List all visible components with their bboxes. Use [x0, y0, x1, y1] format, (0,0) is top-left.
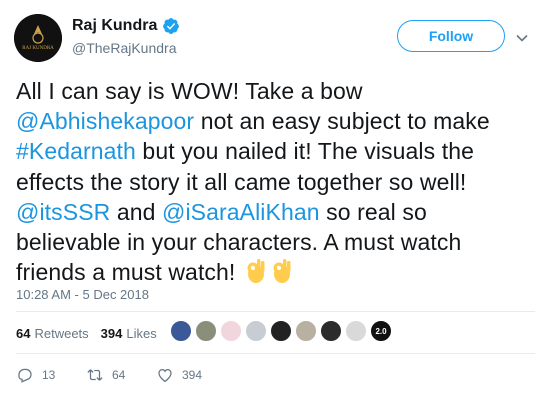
liker-avatar[interactable] — [295, 320, 317, 342]
retweets-count: 64 — [16, 325, 31, 341]
divider — [16, 353, 535, 354]
likes-count: 394 — [100, 325, 123, 341]
tweet-card: RAJ KUNDRA Raj Kundra @TheRajKundra Foll… — [0, 0, 551, 417]
retweets-stat[interactable]: 64 Retweets — [16, 326, 89, 341]
tweet-text-segment: and — [110, 198, 162, 225]
heart-icon — [158, 368, 172, 383]
like-count: 394 — [182, 368, 203, 382]
avatar-text: RAJ KUNDRA — [22, 46, 54, 51]
chevron-down-icon[interactable] — [514, 30, 530, 46]
follow-button[interactable]: Follow — [397, 20, 505, 52]
mention-link[interactable]: @Abhishekapoor — [16, 108, 194, 134]
ok-hand-emoji-icon — [273, 259, 291, 284]
tweet-text-segment: not an easy subject to make — [194, 108, 490, 135]
mention-link[interactable]: @iSaraAliKhan — [162, 199, 320, 225]
liker-avatar[interactable] — [345, 320, 367, 342]
hashtag-link[interactable]: #Kedarnath — [16, 138, 136, 164]
reply-count: 13 — [42, 368, 56, 382]
tweet-timestamp[interactable]: 10:28 AM - 5 Dec 2018 — [16, 287, 149, 302]
tweet-actions: 13 64 394 — [16, 364, 226, 386]
avatar-logo-icon: RAJ KUNDRA — [14, 14, 62, 62]
liker-avatar[interactable]: 2.0 — [370, 320, 392, 342]
divider — [16, 311, 535, 312]
tweet-text-segment: All I can say is WOW! Take a bow — [16, 78, 363, 104]
liker-avatar[interactable] — [195, 320, 217, 342]
display-name-row: Raj Kundra — [72, 16, 180, 36]
mention-link[interactable]: @itsSSR — [16, 199, 110, 225]
tweet-text: All I can say is WOW! Take a bow @Abhish… — [16, 76, 536, 287]
display-name[interactable]: Raj Kundra — [72, 17, 157, 35]
liker-avatars: 2.0 — [170, 320, 395, 342]
liker-avatar[interactable] — [245, 320, 267, 342]
reply-icon — [18, 368, 32, 383]
user-info: Raj Kundra @TheRajKundra — [72, 16, 180, 56]
verified-badge-icon — [163, 18, 180, 34]
user-handle[interactable]: @TheRajKundra — [72, 40, 180, 56]
likes-stat[interactable]: 394 Likes — [101, 326, 157, 341]
liker-avatar[interactable] — [270, 320, 292, 342]
reply-button[interactable]: 13 — [16, 366, 86, 384]
tweet-stats: 64 Retweets 394 Likes — [16, 320, 169, 346]
avatar[interactable]: RAJ KUNDRA — [14, 14, 62, 62]
ok-hand-emoji-icon — [247, 259, 265, 284]
liker-avatar[interactable] — [320, 320, 342, 342]
likes-label: Likes — [126, 325, 157, 341]
retweet-button[interactable]: 64 — [86, 366, 156, 384]
retweet-count: 64 — [112, 368, 126, 382]
liker-avatar[interactable] — [170, 320, 192, 342]
retweets-label: Retweets — [34, 325, 89, 341]
tweet-header: RAJ KUNDRA Raj Kundra @TheRajKundra Foll… — [14, 12, 537, 62]
liker-avatar[interactable] — [220, 320, 242, 342]
like-button[interactable]: 394 — [156, 366, 226, 384]
retweet-icon — [87, 369, 103, 381]
